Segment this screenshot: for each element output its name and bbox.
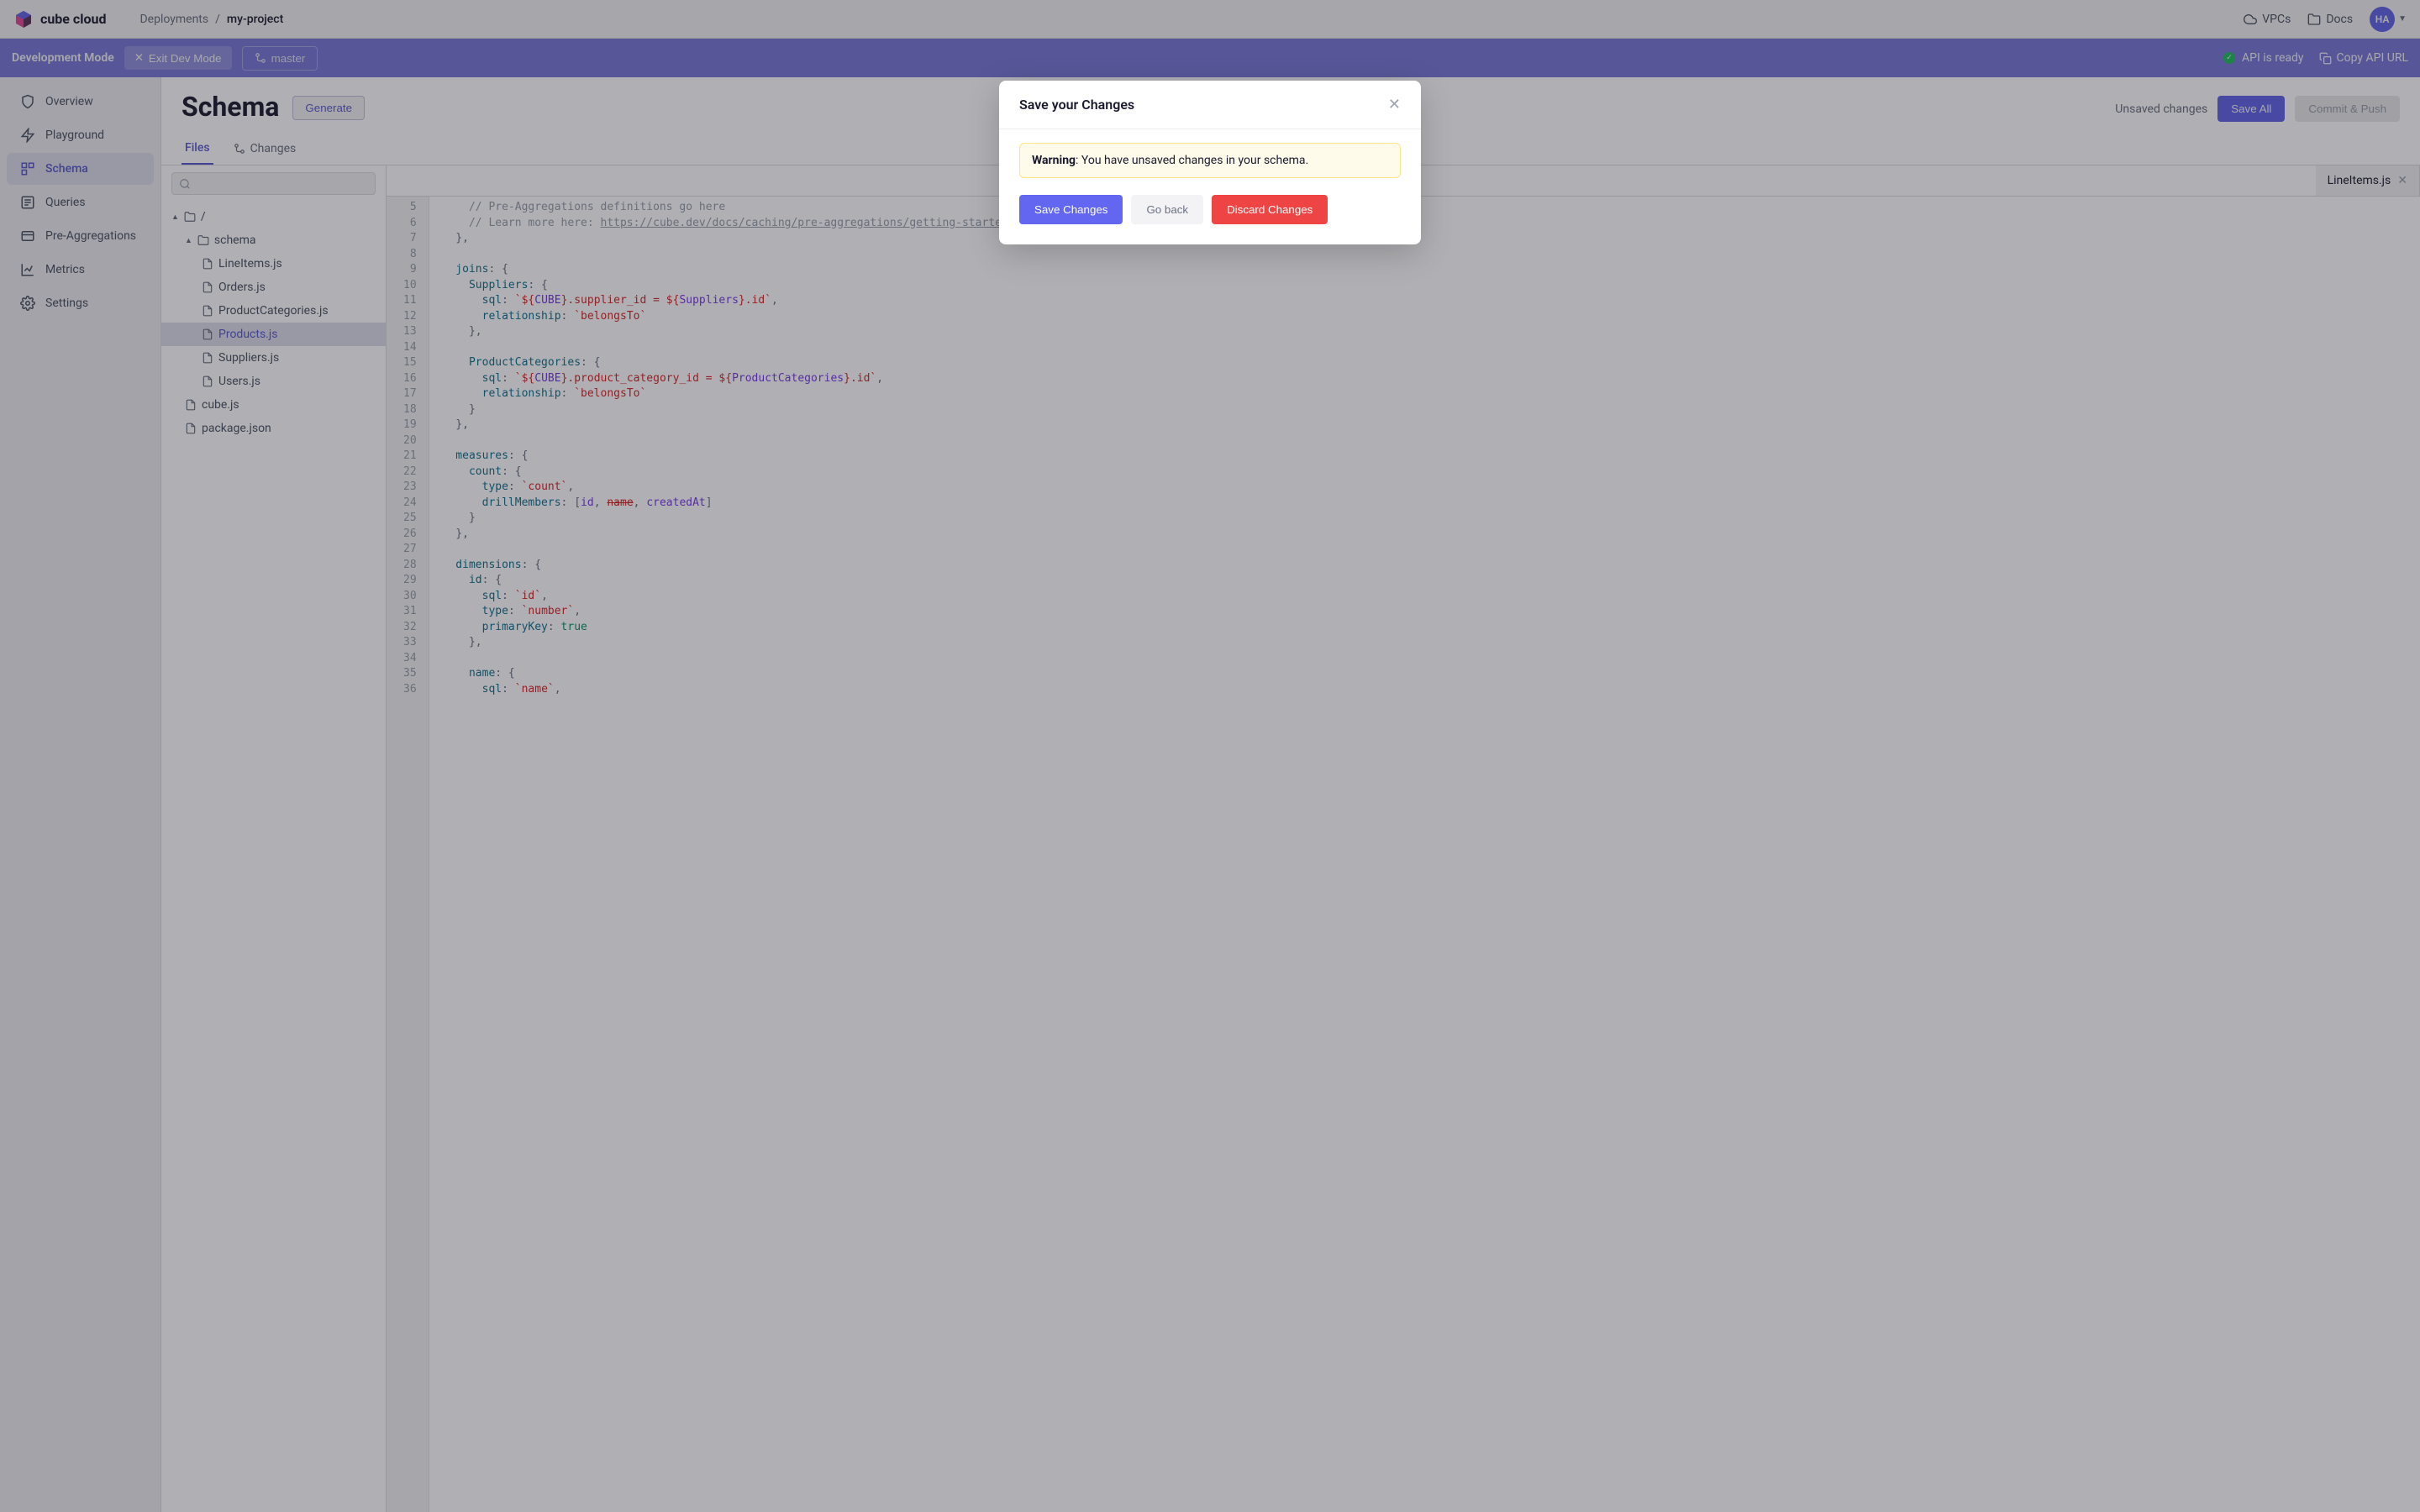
warning-message: Warning: You have unsaved changes in you… (1019, 143, 1401, 178)
discard-changes-button[interactable]: Discard Changes (1212, 195, 1328, 224)
go-back-button[interactable]: Go back (1131, 195, 1203, 224)
modal-title: Save your Changes (1019, 97, 1134, 113)
save-changes-dialog: Save your Changes ✕ Warning: You have un… (999, 81, 1421, 244)
modal-close-button[interactable]: ✕ (1388, 96, 1401, 113)
save-changes-button[interactable]: Save Changes (1019, 195, 1123, 224)
modal-overlay: Save your Changes ✕ Warning: You have un… (0, 0, 2420, 1512)
